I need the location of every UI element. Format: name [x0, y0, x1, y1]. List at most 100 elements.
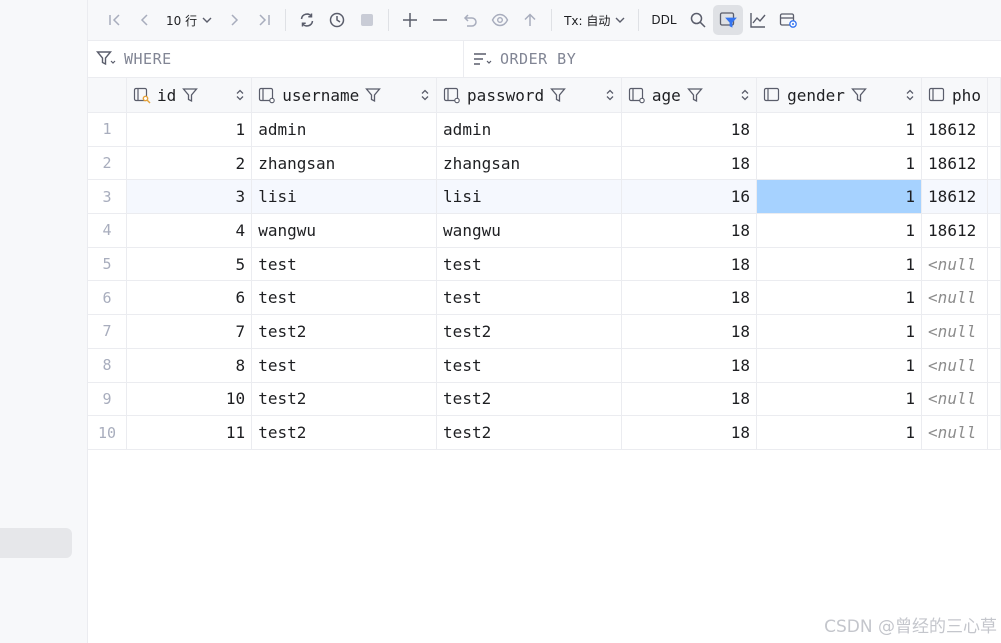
view-settings-icon[interactable]	[773, 5, 803, 35]
row-number[interactable]: 4	[88, 213, 127, 248]
cell-phone[interactable]: <null	[921, 382, 988, 417]
table-row[interactable]: 4 4 wangwu wangwu 18 1 18612	[88, 213, 1001, 248]
cell-age[interactable]: 18	[621, 280, 758, 316]
table-row[interactable]: 10 11 test2 test2 18 1 <null	[88, 415, 1001, 450]
cell-gender[interactable]: 1	[756, 179, 923, 215]
column-sort-icon[interactable]	[605, 88, 615, 102]
cell-password[interactable]: test2	[436, 382, 622, 417]
cell-age[interactable]: 18	[621, 415, 758, 450]
cell-phone[interactable]: 18612	[921, 146, 988, 181]
left-panel-scroll-thumb[interactable]	[0, 528, 72, 558]
cell-id[interactable]: 3	[126, 179, 253, 215]
cell-password[interactable]: lisi	[436, 179, 622, 215]
history-clock-icon[interactable]	[322, 5, 352, 35]
cell-password[interactable]: test2	[436, 415, 622, 450]
cell-id[interactable]: 11	[126, 415, 253, 450]
stop-icon[interactable]	[352, 5, 382, 35]
column-sort-icon[interactable]	[905, 88, 915, 102]
row-number[interactable]: 2	[88, 146, 127, 181]
cell-phone[interactable]: <null	[921, 247, 988, 282]
page-size-selector[interactable]: 10 行	[160, 5, 219, 35]
column-header-phone[interactable]: pho	[921, 78, 988, 113]
cell-gender[interactable]: 1	[756, 247, 923, 282]
filter-toggle-icon[interactable]	[712, 5, 743, 35]
column-filter-icon[interactable]	[850, 87, 867, 103]
cell-phone[interactable]: <null	[921, 348, 988, 383]
cell-id[interactable]: 4	[126, 213, 253, 248]
order-by-field[interactable]: ORDER BY	[464, 41, 1001, 77]
column-header-age[interactable]: age	[621, 78, 758, 113]
cell-age[interactable]: 16	[621, 179, 758, 215]
row-number[interactable]: 8	[88, 348, 127, 383]
table-row[interactable]: 7 7 test2 test2 18 1 <null	[88, 314, 1001, 349]
table-row[interactable]: 6 6 test test 18 1 <null	[88, 280, 1001, 316]
cell-age[interactable]: 18	[621, 314, 758, 349]
row-number[interactable]: 6	[88, 280, 127, 316]
cell-age[interactable]: 18	[621, 146, 758, 181]
view-changes-icon[interactable]	[485, 5, 515, 35]
row-number[interactable]: 10	[88, 415, 127, 450]
column-filter-icon[interactable]	[686, 87, 703, 103]
cell-password[interactable]: test	[436, 247, 622, 282]
cell-age[interactable]: 18	[621, 112, 758, 147]
where-filter-field[interactable]: WHERE	[88, 41, 464, 77]
transaction-mode-selector[interactable]: Tx: 自动	[558, 5, 632, 35]
table-row[interactable]: 9 10 test2 test2 18 1 <null	[88, 382, 1001, 417]
cell-gender[interactable]: 1	[756, 415, 923, 450]
cell-username[interactable]: test	[251, 348, 438, 383]
cell-id[interactable]: 1	[126, 112, 253, 147]
cell-username[interactable]: zhangsan	[251, 146, 438, 181]
cell-gender[interactable]: 1	[756, 146, 923, 181]
cell-id[interactable]: 7	[126, 314, 253, 349]
column-sort-icon[interactable]	[420, 88, 430, 102]
column-header-gender[interactable]: gender	[756, 78, 923, 113]
last-page-icon[interactable]	[249, 5, 279, 35]
cell-phone[interactable]: <null	[921, 314, 988, 349]
cell-id[interactable]: 5	[126, 247, 253, 282]
cell-gender[interactable]: 1	[756, 280, 923, 316]
submit-icon[interactable]	[515, 5, 545, 35]
table-row[interactable]: 5 5 test test 18 1 <null	[88, 247, 1001, 282]
column-filter-icon[interactable]	[182, 87, 199, 103]
column-sort-icon[interactable]	[235, 88, 245, 102]
column-header-username[interactable]: username	[251, 78, 438, 113]
cell-age[interactable]: 18	[621, 247, 758, 282]
table-row[interactable]: 1 1 admin admin 18 1 18612	[88, 112, 1001, 147]
ddl-button[interactable]: DDL	[645, 5, 682, 35]
row-number[interactable]: 3	[88, 179, 127, 215]
cell-phone[interactable]: 18612	[921, 179, 988, 215]
cell-username[interactable]: test2	[251, 314, 438, 349]
cell-username[interactable]: test	[251, 247, 438, 282]
cell-password[interactable]: test2	[436, 314, 622, 349]
cell-gender[interactable]: 1	[756, 213, 923, 248]
column-filter-icon[interactable]	[365, 87, 382, 103]
table-row[interactable]: 3 3 lisi lisi 16 1 18612	[88, 179, 1001, 215]
cell-username[interactable]: test2	[251, 415, 438, 450]
cell-username[interactable]: test2	[251, 382, 438, 417]
delete-row-icon[interactable]	[425, 5, 455, 35]
cell-age[interactable]: 18	[621, 213, 758, 248]
cell-id[interactable]: 2	[126, 146, 253, 181]
row-number[interactable]: 9	[88, 382, 127, 417]
cell-gender[interactable]: 1	[756, 314, 923, 349]
cell-username[interactable]: wangwu	[251, 213, 438, 248]
cell-phone[interactable]: <null	[921, 280, 988, 316]
cell-age[interactable]: 18	[621, 382, 758, 417]
previous-page-icon[interactable]	[130, 5, 160, 35]
column-header-password[interactable]: password	[436, 78, 622, 113]
add-row-icon[interactable]	[395, 5, 425, 35]
cell-age[interactable]: 18	[621, 348, 758, 383]
row-number[interactable]: 1	[88, 112, 127, 147]
refresh-icon[interactable]	[292, 5, 322, 35]
row-number[interactable]: 5	[88, 247, 127, 282]
cell-gender[interactable]: 1	[756, 112, 923, 147]
table-row[interactable]: 2 2 zhangsan zhangsan 18 1 18612	[88, 146, 1001, 181]
cell-gender[interactable]: 1	[756, 348, 923, 383]
cell-id[interactable]: 6	[126, 280, 253, 316]
cell-id[interactable]: 8	[126, 348, 253, 383]
search-icon[interactable]	[683, 5, 713, 35]
cell-password[interactable]: zhangsan	[436, 146, 622, 181]
cell-phone[interactable]: <null	[921, 415, 988, 450]
cell-phone[interactable]: 18612	[921, 112, 988, 147]
cell-password[interactable]: test	[436, 348, 622, 383]
